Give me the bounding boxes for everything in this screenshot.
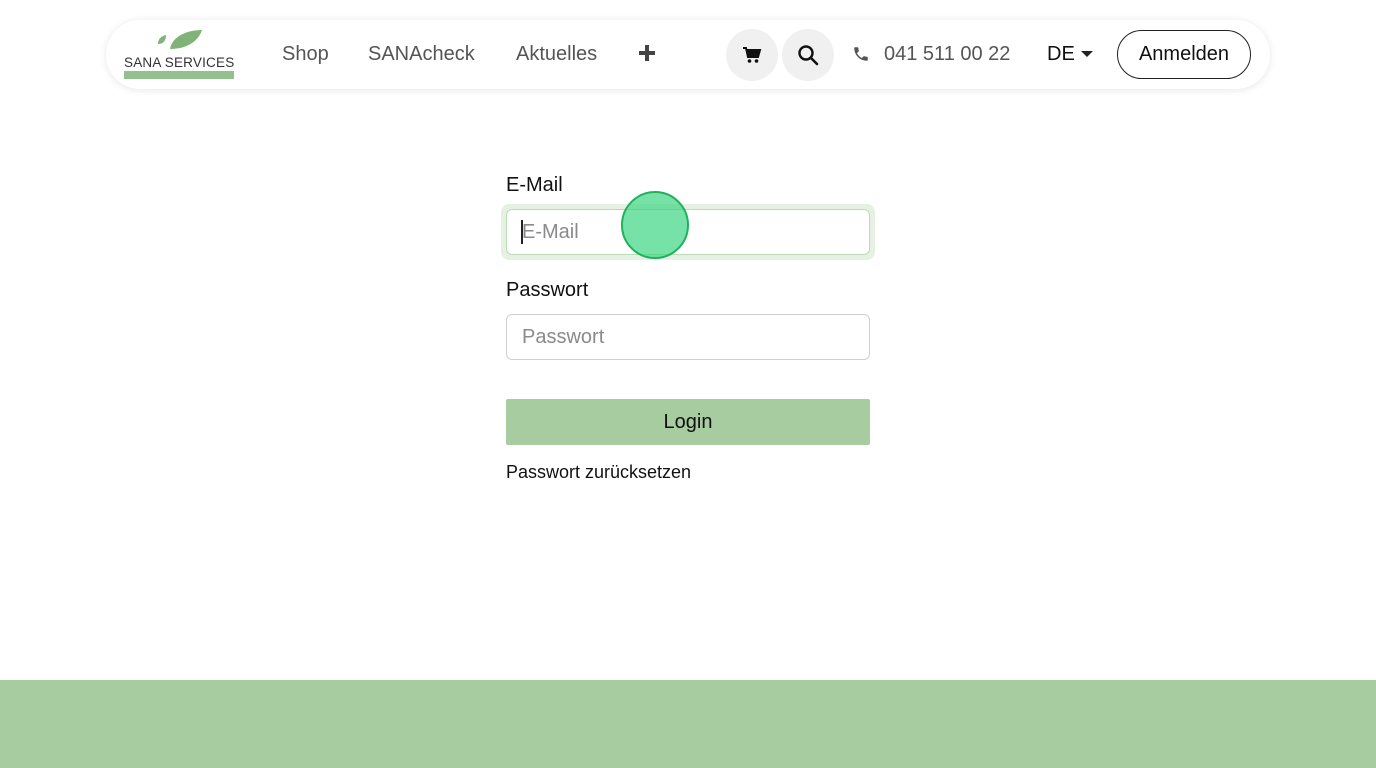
plus-icon[interactable] bbox=[637, 43, 657, 63]
language-selector[interactable]: DE bbox=[1047, 41, 1075, 67]
password-field[interactable] bbox=[506, 314, 870, 360]
logo-underline bbox=[124, 71, 234, 79]
search-icon bbox=[798, 45, 819, 66]
footer bbox=[0, 680, 1376, 768]
click-indicator bbox=[621, 191, 689, 259]
login-button[interactable]: Login bbox=[506, 399, 870, 445]
navbar bbox=[106, 20, 1270, 89]
logo[interactable]: SANA SERVICES bbox=[124, 28, 236, 80]
login-page: SANA SERVICES Shop SANAcheck Aktuelles 0… bbox=[0, 0, 1376, 768]
cart-button[interactable] bbox=[726, 29, 778, 81]
text-cursor bbox=[521, 220, 523, 244]
phone-number[interactable]: 041 511 00 22 bbox=[884, 41, 1010, 67]
nav-link-aktuelles[interactable]: Aktuelles bbox=[516, 41, 597, 67]
reset-password-link[interactable]: Passwort zurücksetzen bbox=[506, 461, 691, 483]
email-label: E-Mail bbox=[506, 174, 563, 196]
leaf-icon bbox=[158, 30, 202, 49]
anmelden-button[interactable]: Anmelden bbox=[1117, 30, 1251, 79]
nav-link-sanacheck[interactable]: SANAcheck bbox=[368, 41, 475, 67]
logo-text: SANA SERVICES bbox=[124, 55, 235, 70]
search-button[interactable] bbox=[782, 29, 834, 81]
phone-icon bbox=[854, 47, 868, 61]
chevron-down-icon[interactable] bbox=[1081, 51, 1093, 57]
password-label: Passwort bbox=[506, 279, 589, 301]
nav-link-shop[interactable]: Shop bbox=[282, 41, 329, 67]
cart-icon bbox=[743, 47, 762, 63]
